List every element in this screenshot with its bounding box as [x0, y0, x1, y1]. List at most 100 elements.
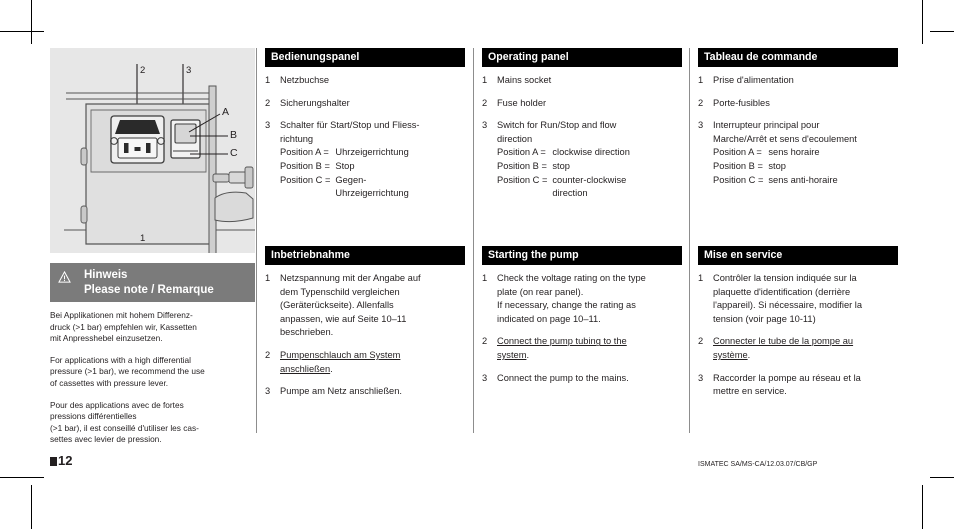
page-number-marker: [50, 457, 57, 466]
list-item: 3 Raccorder la pompe au réseau et la met…: [698, 372, 898, 399]
figure-label-1: 1: [140, 233, 146, 244]
position-value: counter-clockwise: [552, 174, 627, 185]
item-number: 1: [482, 273, 488, 283]
footer-document-code: ISMATEC SA/MS-CA/12.03.07/CB/GP: [698, 461, 818, 468]
item-text: Fuse holder: [497, 97, 547, 108]
position-value: Uhrzeigerrichtung: [335, 188, 409, 199]
item-number: 3: [482, 120, 488, 131]
item-text: Mains socket: [497, 75, 552, 85]
crop-mark-top-left-horizontal: [0, 31, 44, 32]
note-title-de: Hinweis: [84, 269, 128, 281]
item-number: 1: [698, 273, 704, 283]
position-label: Position A =: [280, 147, 329, 158]
position-value: Gegen-: [335, 174, 367, 185]
item-text-trailing: .: [330, 363, 333, 374]
column-divider-3: [689, 48, 690, 433]
list-bedienungspanel: 1 Netzbuchse 2 Sicherungshalter 3 Schalt…: [265, 74, 465, 201]
position-value: direction: [552, 188, 588, 199]
item-text: Connect the pump to the mains.: [497, 372, 629, 383]
item-text: Interrupteur principal pour Marche/Arrêt…: [713, 120, 857, 144]
section-heading-tableau-de-commande: Tableau de commande: [698, 48, 898, 67]
illustration-column: 2 3 1 A B C Hinweis Please note / Remarq…: [50, 48, 255, 468]
item-text: Netzbuchse: [280, 75, 330, 85]
position-table: Position A = clockwise direction Positio…: [497, 146, 630, 200]
crop-mark-top-right-horizontal: [930, 31, 954, 32]
list-item: 3 Switch for Run/Stop and flow direction…: [482, 119, 682, 201]
note-header-bar: Hinweis Please note / Remarque: [50, 263, 255, 302]
list-item: 3 Pumpe am Netz anschließen.: [265, 385, 465, 399]
item-text: Pumpe am Netz anschließen.: [280, 386, 402, 397]
position-row: Position A = sens horaire: [713, 146, 838, 160]
figure-label-c: C: [230, 147, 238, 159]
list-item-link[interactable]: 2 Connecter le tube de la pompe au systè…: [698, 335, 898, 362]
item-number: 1: [265, 273, 271, 283]
item-text: Netzspannung mit der Angabe auf dem Type…: [280, 273, 421, 338]
item-text: Prise d'alimentation: [713, 75, 794, 85]
position-label: Position A =: [713, 147, 762, 158]
cross-reference-link[interactable]: Connecter le tube de la pompe au système: [713, 336, 853, 360]
pump-rear-panel-figure: 2 3 1 A B C: [50, 48, 255, 255]
position-row: Position C = counter-clockwise: [497, 174, 630, 188]
list-tableau-de-commande: 1 Prise d'alimentation 2 Porte-fusibles …: [698, 74, 898, 187]
section-heading-inbetriebnahme: Inbetriebnahme: [265, 246, 465, 265]
list-inbetriebnahme: 1 Netzspannung mit der Angabe auf dem Ty…: [265, 272, 465, 399]
list-item: 1 Netzbuchse: [265, 74, 465, 88]
crop-mark-top-right-vertical: [922, 0, 923, 44]
item-number: 2: [482, 97, 488, 108]
position-value: sens horaire: [768, 147, 820, 158]
list-item: 1 Check the voltage rating on the type p…: [482, 272, 682, 326]
item-text: Check the voltage rating on the type pla…: [497, 273, 646, 324]
position-value: clockwise direction: [552, 147, 630, 158]
position-label: [497, 187, 552, 201]
position-row: direction: [497, 187, 630, 201]
position-value: Uhrzeigerrichtung: [335, 147, 409, 158]
list-item: 1 Prise d'alimentation: [698, 74, 898, 88]
cross-reference-link[interactable]: Connect the pump tubing to the system: [497, 336, 627, 360]
manual-page: 2 3 1 A B C Hinweis Please note / Remarq…: [50, 48, 900, 473]
position-row: Position B = Stop: [280, 160, 409, 174]
page-number-value: 12: [58, 453, 73, 468]
block-starting-the-pump: Starting the pump 1 Check the voltage ra…: [482, 246, 682, 394]
item-text: Schalter für Start/Stop und Fliess- rich…: [280, 120, 420, 144]
crop-mark-bottom-left-horizontal: [0, 477, 44, 478]
position-label: Position B =: [280, 160, 330, 171]
list-item-link[interactable]: 2 Pumpenschlauch am System anschließen.: [265, 349, 465, 376]
warning-triangle-icon: [58, 271, 71, 283]
item-number: 2: [698, 336, 704, 347]
item-number: 3: [698, 372, 704, 383]
item-text-trailing: .: [526, 349, 530, 360]
position-value: Stop: [335, 160, 355, 171]
crop-mark-bottom-left-vertical: [31, 485, 32, 529]
item-number: 1: [265, 75, 271, 85]
list-item: 1 Netzspannung mit der Angabe auf dem Ty…: [265, 272, 465, 340]
position-label: [280, 187, 335, 201]
block-inbetriebnahme: Inbetriebnahme 1 Netzspannung mit der An…: [265, 246, 465, 408]
position-label: Position C =: [497, 174, 548, 185]
position-table: Position A = Uhrzeigerrichtung Position …: [280, 146, 409, 200]
cross-reference-link[interactable]: Pumpenschlauch am System anschließen: [280, 350, 400, 374]
position-label: Position A =: [497, 147, 546, 158]
list-item: 1 Contrôler la tension indiquée sur la p…: [698, 272, 898, 326]
item-number: 2: [482, 336, 488, 347]
position-label: Position C =: [713, 174, 764, 185]
list-item: 3 Schalter für Start/Stop und Fliess- ri…: [265, 119, 465, 201]
list-item: 1 Mains socket: [482, 74, 682, 88]
position-value: sens anti-horaire: [768, 174, 838, 185]
pump-panel-diagram: [64, 64, 255, 255]
list-item-link[interactable]: 2 Connect the pump tubing to the system.: [482, 335, 682, 362]
item-number: 1: [698, 75, 704, 85]
column-german: Bedienungspanel 1 Netzbuchse 2 Sicherung…: [265, 48, 465, 396]
figure-label-a: A: [222, 106, 230, 118]
note-title-en-fr: Please note / Remarque: [84, 283, 214, 296]
crop-mark-bottom-right-vertical: [922, 485, 923, 529]
position-value: stop: [768, 160, 786, 171]
item-text: Contrôler la tension indiquée sur la pla…: [713, 273, 863, 324]
section-heading-mise-en-service: Mise en service: [698, 246, 898, 265]
position-row: Uhrzeigerrichtung: [280, 187, 409, 201]
item-number: 3: [482, 372, 488, 383]
list-item: 3 Connect the pump to the mains.: [482, 372, 682, 386]
crop-mark-top-left-vertical: [31, 0, 32, 44]
column-divider-2: [473, 48, 474, 433]
item-text-trailing: .: [747, 349, 751, 360]
list-operating-panel: 1 Mains socket 2 Fuse holder 3 Switch fo…: [482, 74, 682, 201]
